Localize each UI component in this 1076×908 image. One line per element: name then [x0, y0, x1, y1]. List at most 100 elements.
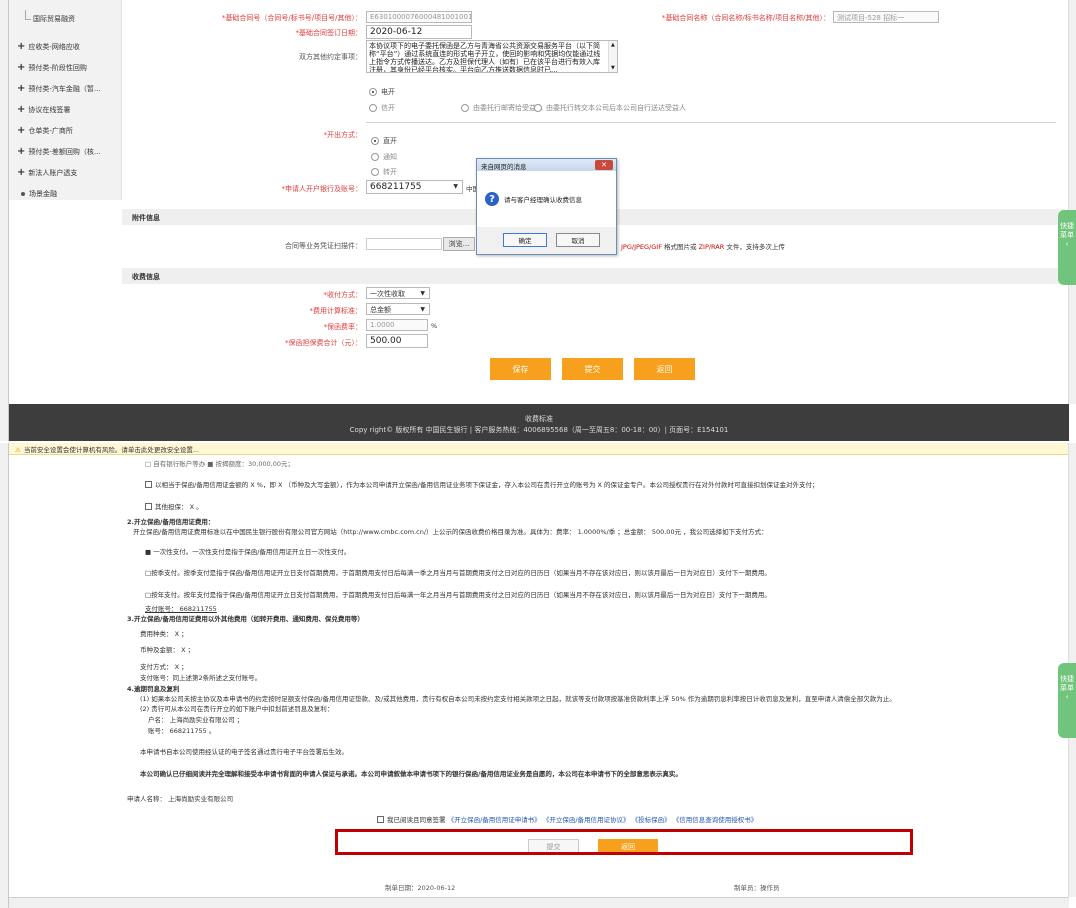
sidebar-item-label: 应收类-网络应收: [28, 42, 80, 51]
attach-path-field[interactable]: [366, 238, 442, 250]
agree-checkbox[interactable]: [377, 816, 384, 823]
sidebar-item-label: 协议在线签署: [28, 105, 71, 114]
plus-icon: +: [17, 41, 26, 52]
radio-electronic[interactable]: 电开: [369, 87, 395, 97]
radio-dot: [371, 168, 379, 176]
contract-name-label: *基础合同名称（合同名称/标书名称/项目名称/其他）：: [661, 14, 830, 22]
top-window: 国际贸易融资 + 应收类-网络应收 + 预付类-阶段性回购 + 预付类-汽车金融（暂.…: [0, 0, 1076, 441]
account-select[interactable]: 668211755: [366, 180, 463, 194]
save-button[interactable]: 保存: [490, 358, 551, 380]
fee-std-select[interactable]: 总金额: [366, 303, 430, 315]
dialog-footer: 确定 取消: [477, 227, 616, 254]
pay-method-select[interactable]: 一次性收取: [366, 287, 430, 299]
radio-direct-open[interactable]: 直开: [371, 136, 397, 146]
bottom-line: 支付账号：同上述第2条所述之支付账号。: [140, 674, 262, 682]
plus-icon: +: [17, 125, 26, 136]
sidebar-item-receivable[interactable]: + 应收类-网络应收: [9, 36, 122, 57]
total-fee-label: *保函担保费合计（元）：: [285, 339, 362, 347]
back-button[interactable]: 返回: [634, 358, 695, 380]
chevron-left-icon: ‹: [1065, 693, 1069, 701]
divider: [366, 122, 1056, 123]
sidebar-item-diff-buyback[interactable]: + 预付类-差额回购（核...: [9, 141, 122, 162]
sign-date-field[interactable]: 2020-06-12: [366, 25, 472, 39]
dialog-title: 来自网页的消息: [481, 163, 527, 171]
window-border: [0, 0, 9, 441]
radio-dot: [369, 104, 377, 112]
sign-date-label: *基础合同签订日期：: [295, 29, 363, 37]
textarea-scrollbar[interactable]: [608, 41, 617, 72]
pay-account-line: 支付账号： 668211755: [145, 605, 217, 613]
bottom-line: 本公司确认已仔细阅读并完全理解和接受本申请书背面的申请人保证与承诺。本公司申请叙…: [140, 770, 682, 778]
dialog-titlebar: 来自网页的消息 ✕: [477, 159, 616, 171]
rate-unit: %: [431, 322, 438, 330]
sidebar-item-auto-finance[interactable]: + 预付类-汽车金融（暂...: [9, 78, 122, 99]
radio-mail-beneficiary[interactable]: 由委托行邮寄给受益人: [461, 103, 543, 113]
bottom-line: (1) 如果本公司未按主协议及本申请书的约定按时足额支付保函/备用信用证垫款、及…: [140, 695, 896, 703]
sidebar-item-label: 新法人账户透支: [28, 168, 78, 177]
bottom-line: 户名： 上海尚励实业有限公司 ；: [148, 716, 244, 724]
other-terms-textarea[interactable]: 本协议项下的电子委托保函是乙方与青海省公共资源交易服务平台（以下简称“平台”）通…: [366, 40, 618, 73]
sidebar-item-label: 预付类-阶段性回购: [28, 63, 87, 72]
pay-method-label: *收付方式：: [323, 291, 363, 299]
rate-label: *保函费率：: [323, 323, 363, 331]
radio-dot: [369, 88, 377, 96]
other-terms-label: 双方其他约定事项：: [299, 53, 362, 61]
bottom-line: 以相当于保函/备用信用证金额的 X %，即 X （币种及大写金额），作为本公司申…: [145, 479, 819, 489]
made-by: 制单员：操作员: [734, 884, 780, 892]
radio-transfer-open[interactable]: 转开: [371, 167, 397, 177]
section-heading: 4.逾期罚息及复利: [127, 685, 180, 693]
sidebar-item-label: 仓单类-广商所: [28, 126, 73, 135]
bottom-line: □按年支付。按年支付是指于保函/备用信用证开立日支付首期费用，于首期费用支付日后…: [145, 591, 771, 599]
radio-paper[interactable]: 信开: [369, 103, 395, 113]
sidebar-item-label: 场景金融: [29, 189, 57, 198]
contract-no-field[interactable]: E63010000760004810010​01: [366, 11, 472, 23]
rate-field[interactable]: 1.0000: [366, 319, 428, 331]
fee-standard-link[interactable]: 收费标准: [9, 414, 1069, 425]
browse-button[interactable]: 浏览...: [443, 237, 475, 251]
bottom-line: 本申请书自本公司使用经认证的电子签名通过贵行电子平台签署后生效。: [140, 748, 348, 756]
security-warning-bar[interactable]: ⚠ 当前安全设置会使计算机有风险。请单击此处更改安全设置...: [9, 443, 1069, 455]
fee-std-label: *费用计算标准：: [309, 307, 363, 315]
attach-label: 合同等业务凭证扫描件：: [285, 242, 362, 250]
page-footer: 收费标准 Copy right© 版权所有 中国民生银行 | 客户服务热线：40…: [9, 404, 1069, 441]
radio-notify[interactable]: 通知: [371, 152, 397, 162]
sidebar-item-intl-trade[interactable]: 国际贸易融资: [9, 8, 122, 29]
bottom-line: 其他担保： X 。: [145, 501, 203, 511]
bottom-line: 币种及金额： X ；: [140, 646, 195, 654]
doc-link[interactable]: 《开立保函/备用信用证协议》: [543, 816, 630, 824]
bottom-line: □按季支付。按季支付是指于保函/备用信用证开立日支付首期费用，于首期费用支付日后…: [145, 569, 771, 577]
quick-menu-tab[interactable]: 快捷菜单 ‹: [1058, 663, 1076, 738]
status-bar: [9, 897, 1069, 908]
total-fee-field[interactable]: 500.00: [366, 334, 428, 348]
question-icon: ?: [485, 192, 499, 206]
section-heading: 3.开立保函/备用信用证费用以外其他费用（如转开费用、通知费用、保兑费用等）: [127, 615, 364, 623]
sidebar-item-overdraft[interactable]: + 新法人账户透支: [9, 162, 122, 183]
copyright-text: Copy right© 版权所有 中国民生银行 | 客户服务热线：4006895…: [349, 426, 729, 434]
checkbox-icon[interactable]: [145, 481, 152, 488]
sidebar-item-warehouse[interactable]: + 仓单类-广商所: [9, 120, 122, 141]
plus-icon: +: [17, 167, 26, 178]
sidebar-item-online-sign[interactable]: + 协议在线签署: [9, 99, 122, 120]
doc-link[interactable]: 《投标保函》: [632, 816, 671, 824]
open-method-label: *开出方式：: [323, 131, 363, 139]
close-icon[interactable]: ✕: [595, 160, 613, 170]
cancel-button[interactable]: 取消: [556, 233, 600, 247]
contract-name-field[interactable]: 测试项目-528 招标一: [833, 11, 939, 23]
checkbox-icon[interactable]: [145, 503, 152, 510]
bottom-line: 开立保函/备用信用证费用标准以在中国民生银行股份有限公司官方网站（http://…: [133, 528, 768, 536]
radio-self-deliver[interactable]: 由委托行转交本公司后本公司自行送达受益人: [534, 103, 686, 113]
quick-menu-tab[interactable]: 快捷菜单 ‹: [1058, 210, 1076, 285]
plus-icon: +: [17, 146, 26, 157]
vertical-scrollbar[interactable]: [1068, 0, 1076, 404]
warning-icon: ⚠: [15, 446, 21, 454]
section-heading: 2.开立保函/备用信用证费用：: [127, 518, 215, 526]
doc-link[interactable]: 《信用信息查询使用授权书》: [673, 816, 758, 824]
submit-button[interactable]: 提交: [562, 358, 623, 380]
screenshot-root: 国际贸易融资 + 应收类-网络应收 + 预付类-阶段性回购 + 预付类-汽车金融（暂.…: [0, 0, 1076, 908]
doc-link[interactable]: 《开立保函/备用信用证申请书》: [448, 816, 541, 824]
radio-dot: [461, 104, 469, 112]
sidebar-item-scene-finance[interactable]: 场景金融: [9, 183, 122, 204]
message-dialog: 来自网页的消息 ✕ ? 请与客户经理确认收费信息 确定 取消: [476, 158, 617, 255]
ok-button[interactable]: 确定: [503, 233, 547, 247]
sidebar-item-buyback[interactable]: + 预付类-阶段性回购: [9, 57, 122, 78]
